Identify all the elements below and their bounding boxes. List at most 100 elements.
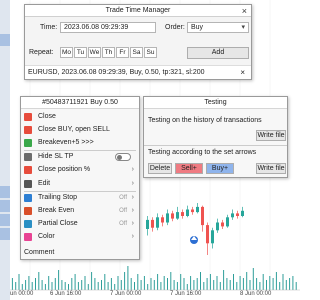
volume-bar [262,274,264,290]
day-toggle-su[interactable]: Su [144,47,157,58]
menu-item-label: Hide SL TP [38,153,74,160]
volume-bar [242,278,244,290]
candle-body [166,213,169,223]
volume-bar [110,278,112,290]
close-icon[interactable]: × [242,5,247,17]
repeat-label: Repeat: [29,49,54,56]
volume-bar [117,276,119,290]
volume-bar [176,282,178,290]
candle-body [206,225,209,244]
remove-entry-icon[interactable]: × [240,66,245,80]
hide-sl-tp-toggle[interactable] [115,153,131,161]
volume-bar [38,272,40,290]
reverse-icon [24,126,32,134]
delete-button[interactable]: Delete [148,163,172,174]
volume-bar [58,270,60,290]
menu-item[interactable]: Break Even Off › [21,205,139,217]
volume-bar [279,282,281,290]
volume-bar [31,282,33,290]
testing-panel[interactable]: Testing Testing on the history of transa… [143,96,288,178]
menu-item[interactable]: Trailing Stop Off › [21,192,139,204]
arrows-testing-text: Testing according to the set arrows [148,149,257,156]
volume-bar [246,272,248,290]
write-file-button-2[interactable]: Write file [256,163,286,174]
volume-bar [107,282,109,290]
time-input[interactable]: 2023.06.08 09:29:39 [60,22,156,33]
menu-item-label: Color [38,233,55,240]
volume-bar [74,274,76,290]
candle-body [171,213,174,219]
volume-bar [226,278,228,290]
volume-bar [54,278,56,290]
volume-bar [200,272,201,290]
volume-bar [167,278,168,290]
day-toggle-mo[interactable]: Mo [60,47,73,58]
volume-bar [41,280,43,290]
day-toggle-th[interactable]: Th [102,47,115,58]
trade-time-manager-window[interactable]: Trade Time Manager × Time: 2023.06.08 09… [24,4,252,80]
volume-bar [266,280,267,290]
hide-icon [24,153,32,161]
candle-body [196,206,199,213]
sell-plus-button[interactable]: Sell+ [175,163,203,174]
close-icon [24,113,32,121]
volume-bar [190,276,192,290]
volume-bar [77,282,79,290]
comment-label[interactable]: Comment [24,249,54,256]
left-strip-block [0,214,10,226]
volume-bar [163,276,165,290]
candle-body [151,219,154,228]
volume-bar [130,278,132,290]
day-toggle-tu[interactable]: Tu [74,47,87,58]
day-toggle-we[interactable]: We [88,47,101,58]
volume-bar [203,282,205,290]
volume-bar [51,282,53,290]
menu-item[interactable]: Edit › [21,178,139,190]
menu-item[interactable]: Partial Close Off › [21,218,139,230]
volume-bar [150,278,152,290]
add-button[interactable]: Add [187,47,249,59]
menu-item[interactable]: Close position % › [21,164,139,176]
candle-body [226,217,229,227]
volume-bar [11,278,13,290]
window-titlebar[interactable]: Trade Time Manager × [25,5,251,17]
menu-item-state: Off [119,221,127,227]
volume-bar [120,280,122,290]
day-toggle-sa[interactable]: Sa [130,47,143,58]
left-strip-block [0,34,10,46]
volume-bar [157,274,159,290]
volume-bar [295,282,297,290]
day-toggle-fr[interactable]: Fr [116,47,129,58]
x-axis-label: 7 Jun 00:00 [110,291,142,297]
write-file-button[interactable]: Write file [256,130,286,141]
volume-bar [282,274,284,290]
trailing-icon [24,194,32,202]
volume-bar [292,276,294,290]
volume-bar [134,282,135,290]
buy-plus-button[interactable]: Buy+ [206,163,234,174]
menu-item[interactable]: Breakeven+5 >>> [21,137,139,149]
menu-item[interactable]: Color › [21,231,139,243]
partial-close-icon [24,220,32,228]
left-panel-strip [0,0,10,300]
order-select[interactable]: Buy [187,22,249,33]
submenu-arrow-icon: › [131,166,134,173]
volume-bar [256,278,258,290]
candle-body [236,213,239,216]
menu-item[interactable]: Close BUY, open SELL [21,124,139,136]
menu-item-label: Breakeven+5 >>> [38,139,94,146]
menu-item[interactable]: Close [21,111,139,123]
x-axis-label: 8 Jun 00:00 [240,291,272,297]
scheduled-order-entry[interactable]: EURUSD, 2023.06.08 09:29:39, Buy, 0.50, … [25,65,251,79]
menu-item[interactable]: Hide SL TP [21,151,139,163]
volume-bar [275,272,277,290]
menu-item-label: Edit [38,180,51,187]
menu-item-label: Close BUY, open SELL [38,126,110,133]
position-context-menu[interactable]: #50483711921 Buy 0.50 Close Close BUY, op… [20,96,140,260]
volume-bar [229,280,231,290]
volume-bar [143,276,145,290]
left-strip-block [0,228,10,240]
volume-bar [216,276,218,290]
volume-bar [170,272,172,290]
candle-body [181,212,184,216]
